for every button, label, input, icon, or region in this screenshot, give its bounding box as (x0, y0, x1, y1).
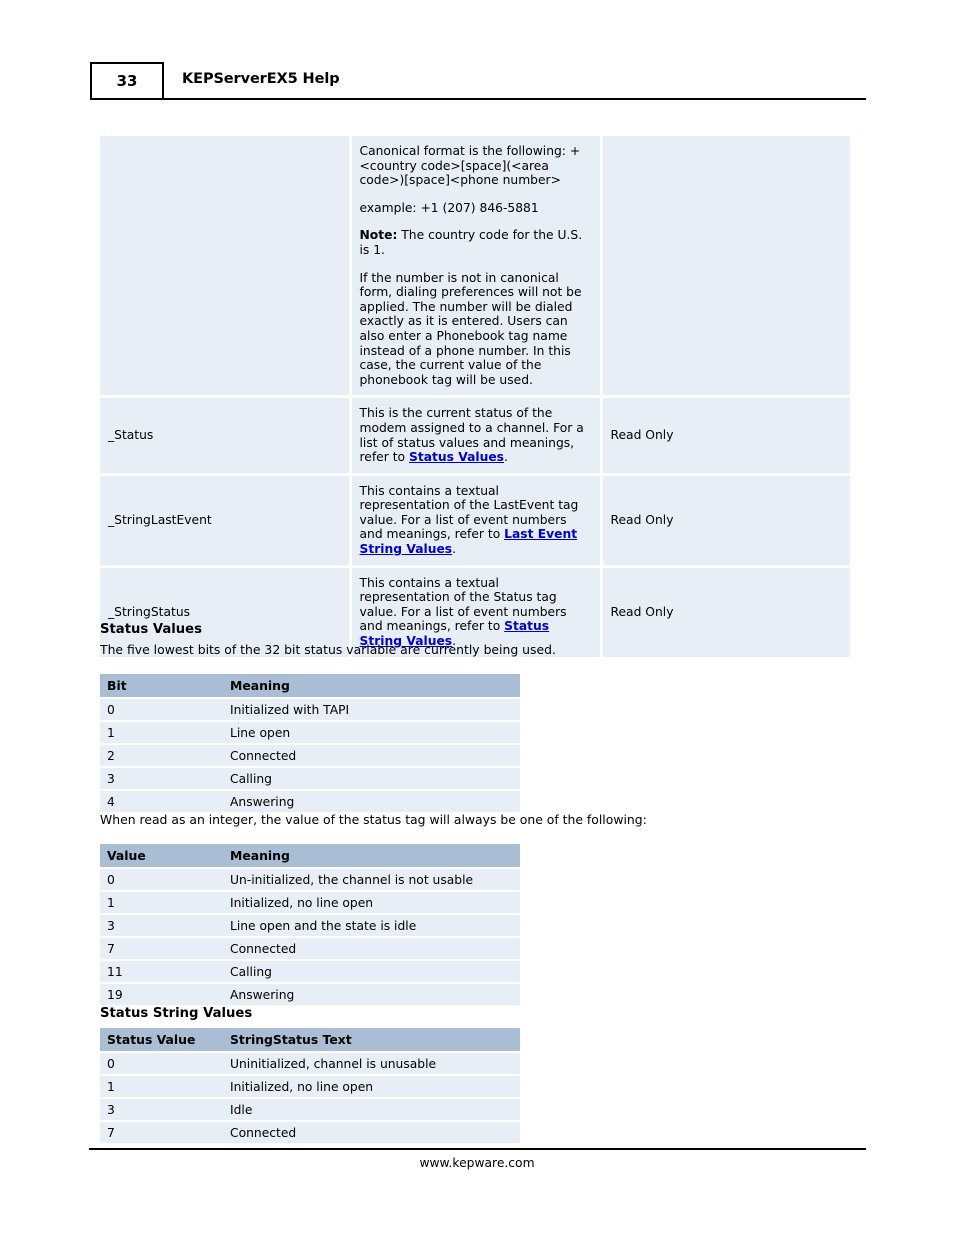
column-header-stringstatus-text: StringStatus Text (223, 1028, 520, 1053)
document-title: KEPServerEX5 Help (182, 71, 340, 87)
status-string-values-table: Status Value StringStatus Text 0 Uniniti… (100, 1028, 520, 1143)
table-row: 0 Uninitialized, channel is unusable (100, 1052, 520, 1076)
tag-description-cell: This is the current status of the modem … (350, 396, 603, 476)
cell-stringstatus-text: Idle (223, 1098, 520, 1122)
table-header-row: Value Meaning (100, 844, 520, 869)
cell-meaning: Answering (223, 983, 520, 1005)
cell-stringstatus-text: Connected (223, 1121, 520, 1143)
cell-value: 1 (100, 891, 223, 915)
tag-description-cell: This contains a textual representation o… (350, 474, 603, 568)
cell-value: 0 (100, 868, 223, 892)
cell-meaning: Calling (223, 767, 520, 791)
main-content: Canonical format is the following: +<cou… (100, 136, 854, 657)
cell-bit: 1 (100, 721, 223, 745)
cell-status-value: 7 (100, 1121, 223, 1143)
cell-stringstatus-text: Initialized, no line open (223, 1075, 520, 1099)
table-row: 0 Initialized with TAPI (100, 698, 520, 722)
table-row: 4 Answering (100, 790, 520, 812)
tag-access-cell: Read Only (601, 396, 850, 476)
footer-divider (89, 1148, 866, 1150)
cell-status-value: 1 (100, 1075, 223, 1099)
table-row: _Status This is the current status of th… (100, 396, 850, 476)
description-paragraph-dialing: If the number is not in canonical form, … (359, 270, 582, 387)
tag-access-cell: Read Only (601, 566, 850, 657)
tag-description-table: Canonical format is the following: +<cou… (100, 136, 850, 657)
cell-value: 19 (100, 983, 223, 1005)
table-row: 19 Answering (100, 983, 520, 1005)
table-row: 3 Idle (100, 1098, 520, 1122)
tag-access-cell: Read Only (601, 474, 850, 568)
value-meaning-table: Value Meaning 0 Un-initialized, the chan… (100, 844, 520, 1005)
table-row: 7 Connected (100, 1121, 520, 1143)
cell-status-value: 0 (100, 1052, 223, 1076)
table-row: 1 Initialized, no line open (100, 1075, 520, 1099)
access-value: Read Only (610, 428, 674, 443)
header-divider (162, 98, 866, 100)
tag-name: _StringStatus (108, 604, 191, 619)
cell-meaning: Initialized, no line open (223, 891, 520, 915)
cell-bit: 0 (100, 698, 223, 722)
cell-meaning: Connected (223, 937, 520, 961)
table-header-row: Status Value StringStatus Text (100, 1028, 520, 1053)
table-row: 1 Line open (100, 721, 520, 745)
paragraph-integer-intro: When read as an integer, the value of th… (100, 812, 647, 827)
table-header-row: Bit Meaning (100, 674, 520, 699)
access-value: Read Only (610, 512, 674, 527)
footer-url: www.kepware.com (419, 1156, 535, 1170)
cell-meaning: Initialized with TAPI (223, 698, 520, 722)
column-header-meaning: Meaning (223, 674, 520, 699)
access-value: Read Only (610, 604, 674, 619)
cell-value: 7 (100, 937, 223, 961)
cell-bit: 4 (100, 790, 223, 812)
cell-meaning: Connected (223, 744, 520, 768)
tag-name: _Status (108, 428, 154, 443)
cell-value: 11 (100, 960, 223, 984)
column-header-status-value: Status Value (100, 1028, 223, 1053)
tag-name-cell (100, 136, 352, 399)
column-header-meaning: Meaning (223, 844, 520, 869)
cell-meaning: Answering (223, 790, 520, 812)
page-header: 33 KEPServerEX5 Help (90, 62, 866, 102)
table-row: 7 Connected (100, 937, 520, 961)
column-header-value: Value (100, 844, 223, 869)
bit-meaning-table: Bit Meaning 0 Initialized with TAPI 1 Li… (100, 674, 520, 812)
cell-meaning: Line open and the state is idle (223, 914, 520, 938)
cell-meaning: Un-initialized, the channel is not usabl… (223, 868, 520, 892)
table-row: Canonical format is the following: +<cou… (100, 136, 850, 399)
table-row: 3 Calling (100, 767, 520, 791)
cell-meaning: Calling (223, 960, 520, 984)
description-text-end: . (504, 450, 508, 465)
table-row: 0 Un-initialized, the channel is not usa… (100, 868, 520, 892)
cell-meaning: Line open (223, 721, 520, 745)
table-row: 11 Calling (100, 960, 520, 984)
table-row: 1 Initialized, no line open (100, 891, 520, 915)
page-number: 33 (116, 72, 138, 90)
cell-bit: 2 (100, 744, 223, 768)
paragraph-status-values-intro: The five lowest bits of the 32 bit statu… (100, 642, 556, 657)
table-row: 3 Line open and the state is idle (100, 914, 520, 938)
page-number-box: 33 (90, 62, 164, 100)
description-paragraph-note: Note: The country code for the U.S. is 1… (360, 228, 592, 257)
cell-value: 3 (100, 914, 223, 938)
note-label: Note: (359, 228, 398, 243)
tag-description-cell: Canonical format is the following: +<cou… (350, 136, 603, 399)
cell-bit: 3 (100, 767, 223, 791)
cell-status-value: 3 (100, 1098, 223, 1122)
description-paragraph-canonical: Canonical format is the following: +<cou… (359, 144, 581, 188)
heading-status-values: Status Values (100, 622, 202, 637)
link-status-values[interactable]: Status Values (409, 450, 504, 464)
table-row: _StringLastEvent This contains a textual… (100, 474, 850, 568)
tag-name-cell: _StringLastEvent (100, 474, 352, 568)
description-paragraph-example: example: +1 (207) 846-5881 (359, 200, 539, 215)
column-header-bit: Bit (100, 674, 223, 699)
tag-name-cell: _Status (100, 396, 352, 476)
table-row: 2 Connected (100, 744, 520, 768)
tag-name: _StringLastEvent (108, 512, 212, 527)
cell-stringstatus-text: Uninitialized, channel is unusable (223, 1052, 520, 1076)
heading-status-string-values: Status String Values (100, 1006, 253, 1021)
tag-access-cell (601, 136, 850, 399)
description-text-end: . (452, 542, 457, 557)
